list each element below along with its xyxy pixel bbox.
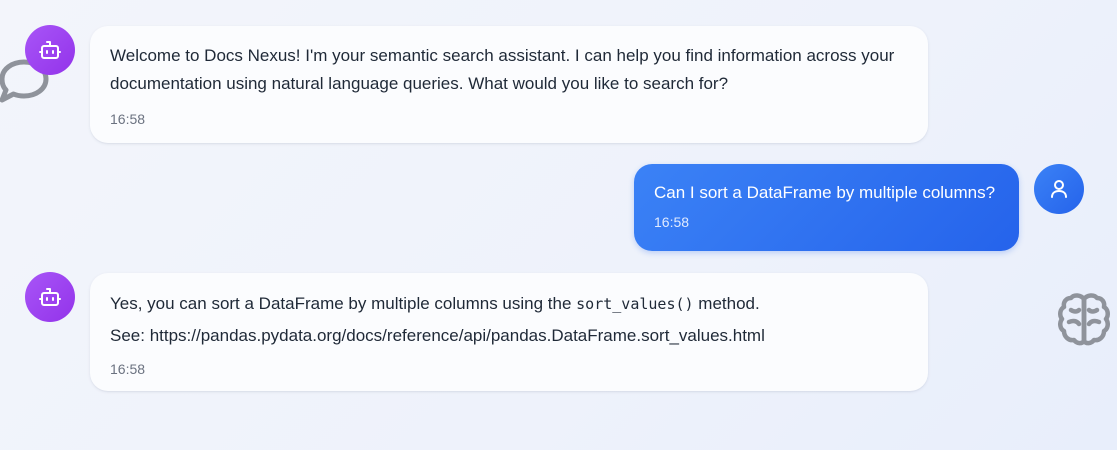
bot-message: Yes, you can sort a DataFrame by multipl… [90,273,928,391]
reference-link[interactable]: See: https://pandas.pydata.org/docs/refe… [110,320,908,351]
bot-message: Welcome to Docs Nexus! I'm your semantic… [90,26,928,143]
answer-text: Yes, you can sort a DataFrame by multipl… [110,294,577,313]
answer-text-end: method. [693,294,760,313]
message-text: Welcome to Docs Nexus! I'm your semantic… [110,46,895,93]
message-timestamp: 16:58 [110,111,146,127]
brain-icon [1058,293,1110,346]
message-answer-line: Yes, you can sort a DataFrame by multipl… [110,288,908,320]
message-timestamp: 16:58 [110,361,146,377]
bot-avatar [25,272,75,322]
robot-icon [39,41,61,59]
message-text: Can I sort a DataFrame by multiple colum… [654,183,996,202]
user-avatar [1034,164,1084,214]
message-timestamp: 16:58 [654,214,690,230]
inline-code: sort_values() [576,295,694,313]
robot-icon [39,288,61,306]
bot-avatar [25,25,75,75]
user-icon [1051,180,1067,198]
user-message: Can I sort a DataFrame by multiple colum… [634,164,1019,251]
